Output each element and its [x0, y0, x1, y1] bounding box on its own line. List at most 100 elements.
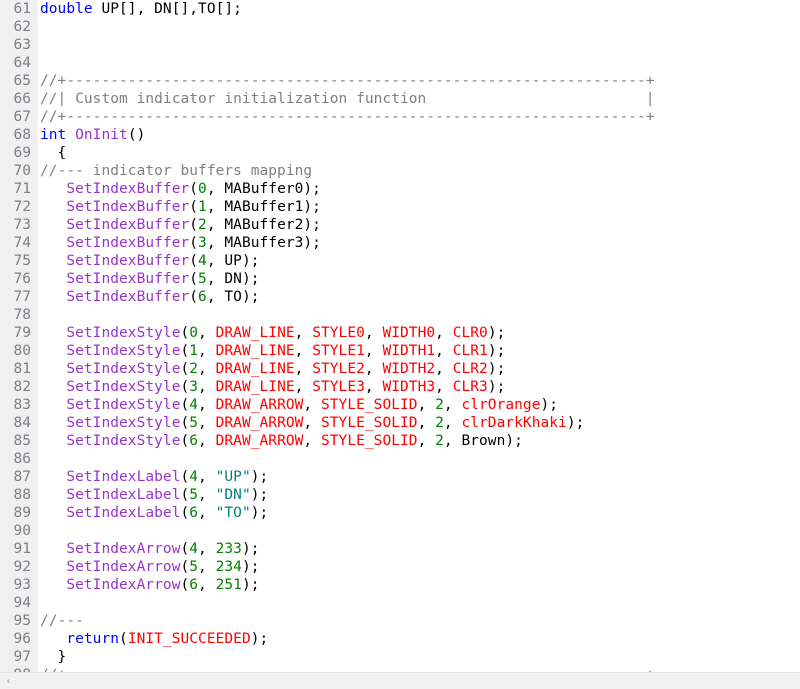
code-line-text[interactable]: SetIndexLabel(5, "DN");	[38, 486, 800, 504]
code-line[interactable]: 68 int OnInit()	[0, 126, 800, 144]
code-line-text[interactable]: SetIndexStyle(0, DRAW_LINE, STYLE0, WIDT…	[38, 324, 800, 342]
code-line-text[interactable]	[38, 54, 800, 72]
code-content[interactable]: 61 double UP[], DN[],TO[]; 62 63 64 65//+----…	[0, 0, 800, 672]
code-token: SetIndexStyle	[66, 379, 181, 395]
code-line-text[interactable]: SetIndexStyle(2, DRAW_LINE, STYLE2, WIDT…	[38, 360, 800, 378]
code-token: STYLE_SOLID	[320, 415, 418, 431]
code-line-text[interactable]: SetIndexLabel(6, "TO");	[38, 504, 800, 522]
code-token: SetIndexStyle	[66, 361, 181, 377]
scroll-left-arrow-icon[interactable]: ‹	[0, 673, 17, 689]
code-line-text[interactable]: SetIndexArrow(6, 251);	[38, 576, 800, 594]
code-line-text[interactable]: SetIndexStyle(1, DRAW_LINE, STYLE1, WIDT…	[38, 342, 800, 360]
code-editor-view[interactable]: 61 double UP[], DN[],TO[]; 62 63 64 65//+----…	[0, 0, 800, 672]
code-token: 0	[198, 181, 207, 197]
code-line-text[interactable]: }	[38, 648, 800, 666]
code-line[interactable]: 83 SetIndexStyle(4, DRAW_ARROW, STYLE_SO…	[0, 396, 800, 414]
code-token: (	[189, 217, 199, 233]
code-line-text[interactable]: double UP[], DN[],TO[];	[38, 0, 800, 18]
code-line[interactable]: 93 SetIndexArrow(6, 251);	[0, 576, 800, 594]
code-line[interactable]: 88 SetIndexLabel(5, "DN");	[0, 486, 800, 504]
code-line-text[interactable]	[38, 450, 800, 468]
code-line[interactable]: 66 //| Custom indicator initialization fu…	[0, 90, 800, 108]
horizontal-scrollbar-track[interactable]	[17, 673, 800, 689]
code-token: WIDTH3	[382, 379, 436, 395]
code-line[interactable]: 80 SetIndexStyle(1, DRAW_LINE, STYLE1, W…	[0, 342, 800, 360]
code-token: SetIndexStyle	[66, 415, 181, 431]
code-line-text[interactable]: SetIndexArrow(4, 233);	[38, 540, 800, 558]
code-line-text[interactable]: SetIndexLabel(4, "UP");	[38, 468, 800, 486]
code-line[interactable]: 84 SetIndexStyle(5, DRAW_ARROW, STYLE_SO…	[0, 414, 800, 432]
code-line[interactable]: 98//+-----------------------------------…	[0, 666, 800, 672]
code-line-text[interactable]: SetIndexBuffer(2, MABuffer2);	[38, 216, 800, 234]
code-token: 5	[198, 271, 207, 287]
code-line[interactable]: 74 SetIndexBuffer(3, MABuffer3);	[0, 234, 800, 252]
code-line-text[interactable]: //+-------------------------------------…	[38, 666, 800, 672]
code-line[interactable]: 63	[0, 36, 800, 54]
code-line-text[interactable]: //--- indicator buffers mapping	[38, 162, 800, 180]
code-line-text[interactable]: SetIndexArrow(5, 234);	[38, 558, 800, 576]
line-number: 73	[13, 217, 31, 233]
code-line[interactable]: 79 SetIndexStyle(0, DRAW_LINE, STYLE0, W…	[0, 324, 800, 342]
code-line[interactable]: 77 SetIndexBuffer(6, TO);	[0, 288, 800, 306]
code-token: ,	[435, 379, 453, 395]
code-line[interactable]: 69 {	[0, 144, 800, 162]
code-line[interactable]: 92 SetIndexArrow(5, 234);	[0, 558, 800, 576]
code-line-text[interactable]: return(INIT_SUCCEEDED);	[38, 630, 800, 648]
code-token: ,	[294, 325, 313, 341]
code-line[interactable]: 89 SetIndexLabel(6, "TO");	[0, 504, 800, 522]
code-line[interactable]: 73 SetIndexBuffer(2, MABuffer2);	[0, 216, 800, 234]
code-line-text[interactable]: SetIndexStyle(3, DRAW_LINE, STYLE3, WIDT…	[38, 378, 800, 396]
code-line-text[interactable]	[38, 306, 800, 324]
code-line-text[interactable]: //---	[38, 612, 800, 630]
code-line-text[interactable]: //+-------------------------------------…	[38, 108, 800, 126]
code-line[interactable]: 97 }	[0, 648, 800, 666]
code-line[interactable]: 86	[0, 450, 800, 468]
code-line[interactable]: 91 SetIndexArrow(4, 233);	[0, 540, 800, 558]
code-line-text[interactable]: //| Custom indicator initialization func…	[38, 90, 800, 108]
code-line-text[interactable]: SetIndexStyle(4, DRAW_ARROW, STYLE_SOLID…	[38, 396, 800, 414]
code-line-text[interactable]: SetIndexBuffer(0, MABuffer0);	[38, 180, 800, 198]
code-line[interactable]: 61 double UP[], DN[],TO[];	[0, 0, 800, 18]
code-line-text[interactable]	[38, 522, 800, 540]
code-token: CLR3	[452, 379, 488, 395]
code-line[interactable]: 71 SetIndexBuffer(0, MABuffer0);	[0, 180, 800, 198]
line-number: 63	[13, 37, 31, 53]
code-line[interactable]: 72 SetIndexBuffer(1, MABuffer1);	[0, 198, 800, 216]
code-line-text[interactable]	[38, 18, 800, 36]
code-line[interactable]: 95 //---	[0, 612, 800, 630]
code-token: DRAW_ARROW	[215, 397, 304, 413]
code-token: SetIndexBuffer	[66, 271, 190, 287]
code-line[interactable]: 85 SetIndexStyle(6, DRAW_ARROW, STYLE_SO…	[0, 432, 800, 450]
code-line[interactable]: 75 SetIndexBuffer(4, UP);	[0, 252, 800, 270]
code-line[interactable]: 78	[0, 306, 800, 324]
code-line[interactable]: 76 SetIndexBuffer(5, DN);	[0, 270, 800, 288]
code-line[interactable]: 64	[0, 54, 800, 72]
horizontal-scrollbar[interactable]: ‹	[0, 672, 800, 689]
code-line-text[interactable]: SetIndexStyle(6, DRAW_ARROW, STYLE_SOLID…	[38, 432, 800, 450]
code-line[interactable]: 96 return(INIT_SUCCEEDED);	[0, 630, 800, 648]
code-line-text[interactable]: SetIndexBuffer(1, MABuffer1);	[38, 198, 800, 216]
code-line[interactable]: 90	[0, 522, 800, 540]
code-line[interactable]: 87 SetIndexLabel(4, "UP");	[0, 468, 800, 486]
code-line[interactable]: 70 //--- indicator buffers mapping	[0, 162, 800, 180]
code-line-text[interactable]: SetIndexBuffer(5, DN);	[38, 270, 800, 288]
code-line-text[interactable]	[38, 36, 800, 54]
code-line[interactable]: 82 SetIndexStyle(3, DRAW_LINE, STYLE3, W…	[0, 378, 800, 396]
code-line-text[interactable]: {	[38, 144, 800, 162]
code-line-text[interactable]: SetIndexBuffer(6, TO);	[38, 288, 800, 306]
code-line-text[interactable]: SetIndexBuffer(4, UP);	[38, 252, 800, 270]
code-line[interactable]: 65 //+-----------------------------------…	[0, 72, 800, 90]
code-line[interactable]: 62	[0, 18, 800, 36]
code-line[interactable]: 94	[0, 594, 800, 612]
code-line-text[interactable]: int OnInit()	[38, 126, 800, 144]
code-line[interactable]: 81 SetIndexStyle(2, DRAW_LINE, STYLE2, W…	[0, 360, 800, 378]
code-line-text[interactable]	[38, 594, 800, 612]
code-line[interactable]: 67 //+-----------------------------------…	[0, 108, 800, 126]
code-line-text[interactable]: SetIndexBuffer(3, MABuffer3);	[38, 234, 800, 252]
line-number: 92	[13, 559, 31, 575]
code-line-text[interactable]: SetIndexStyle(5, DRAW_ARROW, STYLE_SOLID…	[38, 414, 800, 432]
code-line-text[interactable]: //+-------------------------------------…	[38, 72, 800, 90]
